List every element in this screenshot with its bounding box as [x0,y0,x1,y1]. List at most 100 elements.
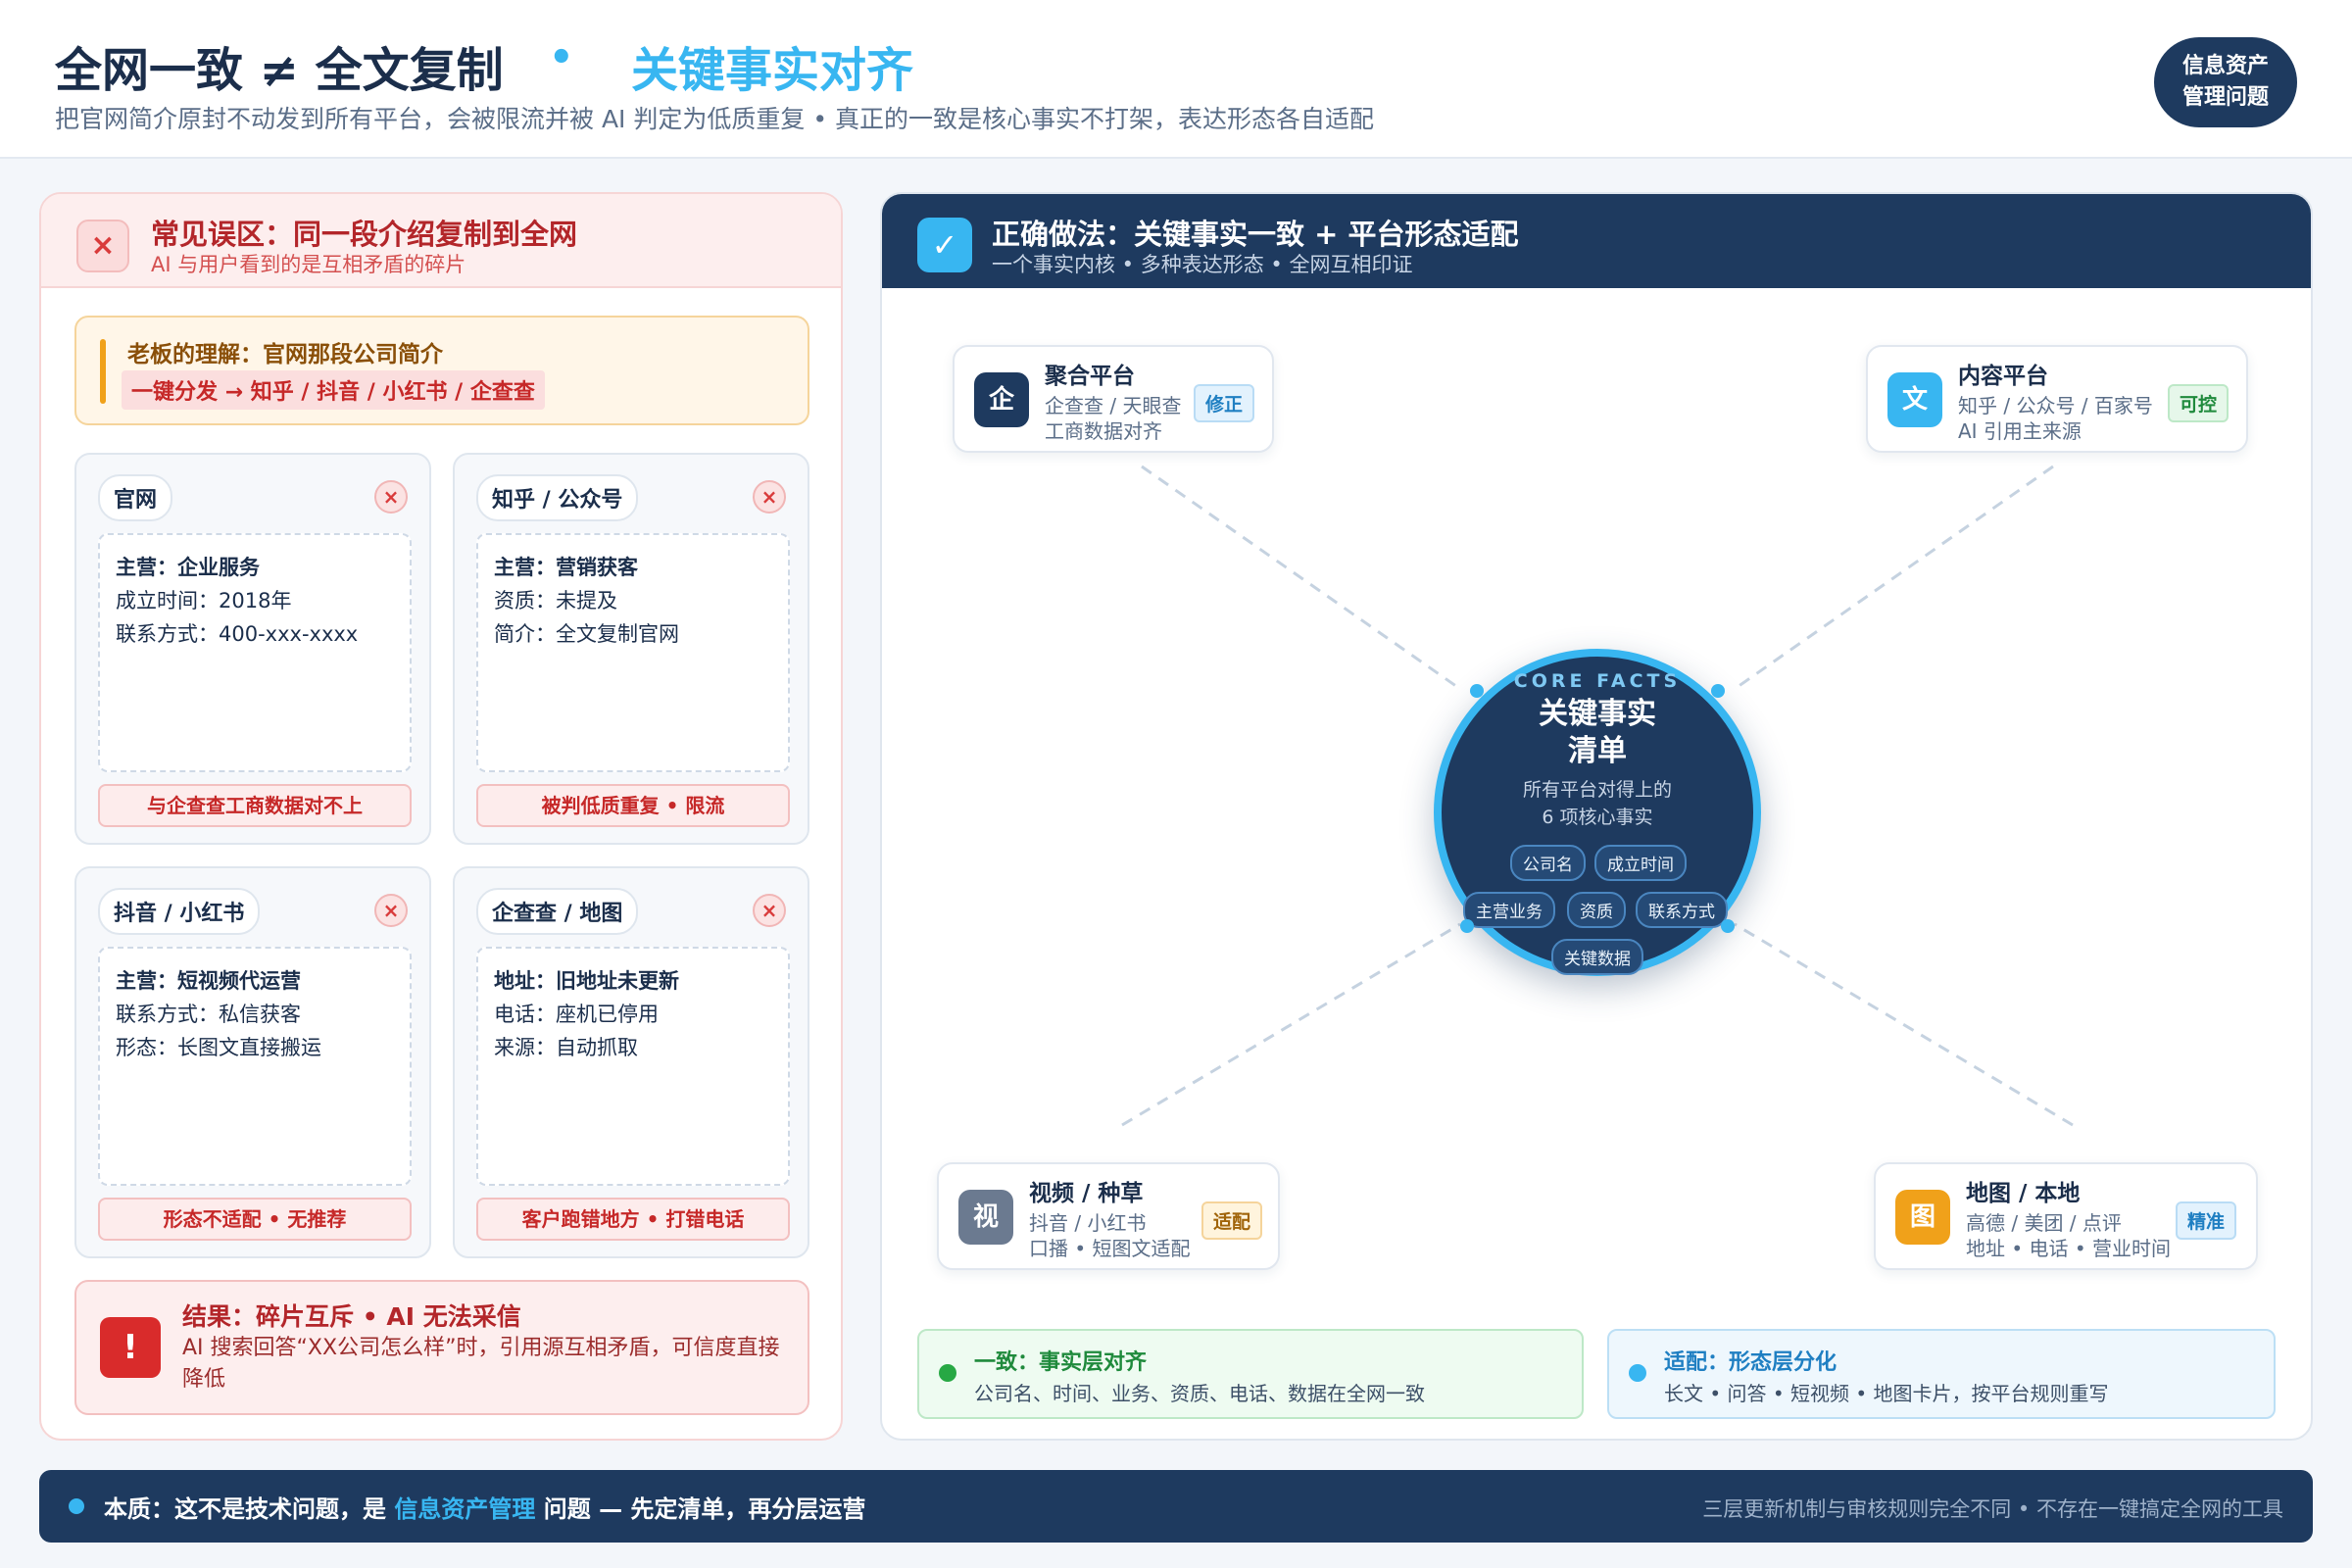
fact-chip: 联系方式 [1636,892,1728,928]
form-adaptation-text: 长文 • 问答 • 短视频 • 地图卡片，按平台规则重写 [1664,1382,2109,1405]
platform-card-website: 官网 × 主营：企业服务 成立时间：2018年 联系方式：400-xxx-xxx… [74,453,431,845]
node-detail: AI 引用主来源 [1958,419,2082,443]
platform-card-douyin: 抖音 / 小红书 × 主营：短视频代运营 联系方式：私信获客 形态：长图文直接搬… [74,866,431,1258]
card-line-3: 来源：自动抓取 [494,1036,638,1059]
topic-badge: 信息资产 管理问题 [2154,37,2297,127]
core-facts-description: 所有平台对得上的 6 项核心事实 [1442,776,1753,831]
node-title: 视频 / 种草 [1029,1181,1144,1206]
node-tag: 修正 [1194,384,1255,422]
form-adaptation-title: 适配：形态层分化 [1664,1350,1838,1375]
core-facts-circle: CORE FACTS 关键事实 清单 所有平台对得上的 6 项核心事实 公司名 … [1434,649,1761,976]
card-problem-label: 形态不适配 • 无推荐 [98,1198,412,1241]
boss-understanding-box: 老板的理解：官网那段公司简介 一键分发 → 知乎 / 抖音 / 小红书 / 企查… [74,316,809,425]
footer-dot [69,1498,84,1514]
footer-highlight: 信息资产管理 [394,1495,536,1523]
close-icon: × [753,480,786,514]
fact-chip: 资质 [1567,892,1626,928]
core-desc-line-1: 所有平台对得上的 [1522,779,1672,801]
node-platforms: 高德 / 美团 / 点评 [1966,1211,2122,1235]
mistake-panel: × 常见误区：同一段介绍复制到全网 AI 与用户看到的是互相矛盾的碎片 老板的理… [39,192,843,1441]
footer-summary: 本质：这不是技术问题，是 信息资产管理 问题 — 先定清单，再分层运营 [104,1490,865,1524]
status-dot [1629,1364,1646,1382]
card-line-2: 电话：座机已停用 [494,1003,659,1026]
page-subtitle: 把官网简介原封不动发到所有平台，会被限流并被 AI 判定为低质重复 • 真正的一… [55,105,1375,133]
card-content: 地址：旧地址未更新 电话：座机已停用 来源：自动抓取 [476,947,790,1186]
footer-note: 三层更新机制与审核规则完全不同 • 不存在一键搞定全网的工具 [1702,1497,2283,1521]
node-platforms: 企查查 / 天眼查 [1045,394,1182,417]
connector-pin [1460,919,1474,933]
node-detail: 地址 • 电话 • 营业时间 [1966,1237,2172,1260]
close-icon: × [753,894,786,927]
video-icon: 视 [958,1190,1013,1245]
core-title-line-1: 关键事实 [1539,697,1656,731]
close-icon: × [76,220,129,272]
one-click-distribute-tag: 一键分发 → 知乎 / 抖音 / 小红书 / 企查查 [122,370,545,410]
card-line-1: 主营：营销获客 [494,556,638,579]
badge-line-1: 信息资产 [2181,54,2269,78]
node-content: 文 内容平台 知乎 / 公众号 / 百家号 AI 引用主来源 可控 [1866,345,2248,453]
node-tag: 适配 [1201,1201,1263,1240]
node-tag: 可控 [2168,384,2230,422]
result-description: AI 搜索回答“XX公司怎么样”时，引用源互相矛盾，可信度直接降低 [182,1336,780,1392]
enterprise-icon: 企 [974,372,1029,427]
node-aggregator: 企 聚合平台 企查查 / 天眼查 工商数据对齐 修正 [953,345,1274,453]
footer-prefix: 本质：这不是技术问题，是 [104,1495,395,1523]
node-tag: 精准 [2176,1201,2237,1240]
page-title-accent: 关键事实对齐 [631,43,914,98]
boss-understanding-title: 老板的理解：官网那段公司简介 [127,342,443,368]
card-problem-label: 与企查查工商数据对不上 [98,784,412,827]
node-map: 图 地图 / 本地 高德 / 美团 / 点评 地址 • 电话 • 营业时间 精准 [1874,1162,2258,1270]
map-icon: 图 [1895,1190,1950,1245]
card-line-3: 简介：全文复制官网 [494,622,679,646]
core-title-line-2: 清单 [1568,734,1627,768]
fact-chip: 关键数据 [1551,939,1643,975]
card-problem-label: 被判低质重复 • 限流 [476,784,790,827]
card-line-2: 成立时间：2018年 [116,589,292,612]
footer-suffix: 问题 — 先定清单，再分层运营 [535,1495,866,1523]
close-icon: × [374,480,408,514]
form-adaptation-box: 适配：形态层分化 长文 • 问答 • 短视频 • 地图卡片，按平台规则重写 [1607,1329,2276,1419]
card-content: 主营：企业服务 成立时间：2018年 联系方式：400-xxx-xxxx [98,533,412,772]
fact-chip: 主营业务 [1463,892,1555,928]
node-platforms: 知乎 / 公众号 / 百家号 [1958,394,2153,417]
card-line-1: 主营：企业服务 [116,556,260,579]
card-line-1: 地址：旧地址未更新 [494,969,679,993]
card-platform-name: 官网 [98,474,173,521]
connector-pin [1721,919,1735,933]
alert-icon: ! [100,1317,161,1378]
warning-bar [100,339,106,404]
fact-alignment-title: 一致：事实层对齐 [974,1350,1148,1375]
status-dot [939,1364,956,1382]
core-facts-title: 关键事实 清单 [1442,696,1753,770]
connector-line [1734,922,2074,1127]
card-line-1: 主营：短视频代运营 [116,969,301,993]
node-title: 聚合平台 [1045,364,1135,389]
core-facts-label: CORE FACTS [1513,670,1682,692]
close-icon: × [374,894,408,927]
result-box: ! 结果：碎片互斥 • AI 无法采信 AI 搜索回答“XX公司怎么样”时，引用… [74,1280,809,1415]
card-content: 主营：营销获客 资质：未提及 简介：全文复制官网 [476,533,790,772]
card-platform-name: 抖音 / 小红书 [98,888,261,935]
badge-line-2: 管理问题 [2181,85,2269,110]
node-title: 地图 / 本地 [1966,1181,2081,1206]
card-line-2: 资质：未提及 [494,589,617,612]
connector-line [1121,922,1461,1127]
platform-card-qichacha: 企查查 / 地图 × 地址：旧地址未更新 电话：座机已停用 来源：自动抓取 客户… [453,866,809,1258]
card-platform-name: 知乎 / 公众号 [476,474,639,521]
core-desc-line-2: 6 项核心事实 [1542,807,1653,828]
connector-pin [1470,684,1484,698]
connector-pin [1711,684,1725,698]
platform-card-zhihu: 知乎 / 公众号 × 主营：营销获客 资质：未提及 简介：全文复制官网 被判低质… [453,453,809,845]
mistake-panel-subtitle: AI 与用户看到的是互相矛盾的碎片 [151,253,466,276]
document-icon: 文 [1887,372,1942,427]
page-title: 全网一致 ≠ 全文复制 [55,43,504,98]
card-line-3: 联系方式：400-xxx-xxxx [116,622,359,646]
summary-footer: 本质：这不是技术问题，是 信息资产管理 问题 — 先定清单，再分层运营 三层更新… [39,1470,2313,1543]
connector-line [1141,465,1461,691]
card-platform-name: 企查查 / 地图 [476,888,639,935]
fact-alignment-text: 公司名、时间、业务、资质、电话、数据在全网一致 [974,1382,1425,1405]
connector-line [1734,465,2054,691]
result-title: 结果：碎片互斥 • AI 无法采信 [182,1302,521,1331]
node-detail: 口播 • 短图文适配 [1029,1237,1191,1260]
fact-chip: 成立时间 [1594,845,1687,881]
